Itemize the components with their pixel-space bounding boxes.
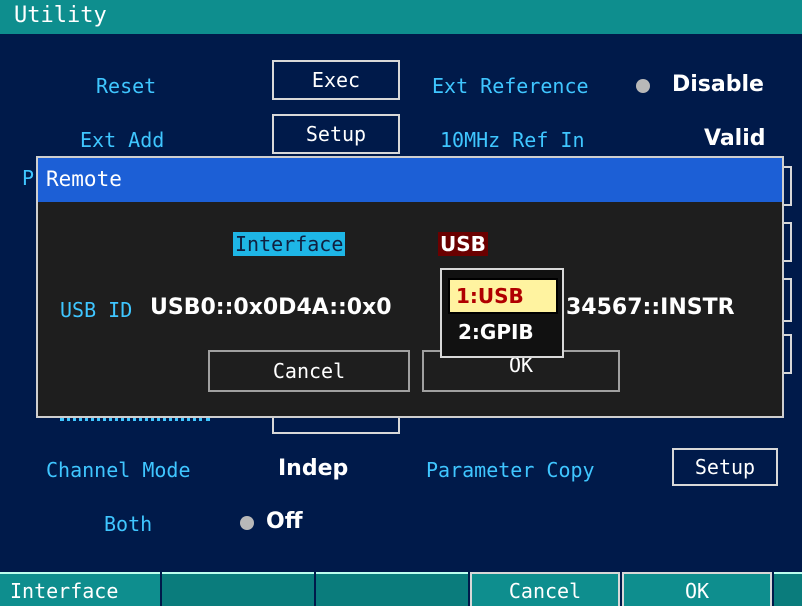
both-indicator-icon: [240, 516, 254, 530]
channel-mode-value[interactable]: Indep: [278, 456, 348, 481]
both-value[interactable]: Off: [266, 509, 303, 534]
reset-exec-button[interactable]: Exec: [272, 60, 400, 100]
option-usb[interactable]: 1:USB: [448, 278, 558, 314]
ext-reference-value[interactable]: Disable: [672, 72, 764, 97]
hidden-button-edge[interactable]: [784, 278, 792, 322]
hidden-button-edge[interactable]: [784, 334, 792, 374]
softkey-cancel[interactable]: Cancel: [470, 572, 620, 606]
dialog-cancel-button[interactable]: Cancel: [208, 350, 410, 392]
channel-mode-label: Channel Mode: [46, 458, 191, 482]
window-title: Utility: [14, 3, 107, 28]
ext-reference-label: Ext Reference: [432, 74, 589, 98]
title-bar: Utility: [0, 0, 802, 34]
hidden-button-edge[interactable]: [784, 222, 792, 262]
partial-label: P: [22, 166, 35, 190]
reset-label: Reset: [96, 74, 157, 98]
option-gpib[interactable]: 2:GPIB: [448, 316, 558, 352]
interface-dropdown-list: 1:USB 2:GPIB: [440, 268, 564, 358]
usb-id-value-right: 34567::INSTR: [566, 295, 735, 320]
softkey-cancel-label: Cancel: [508, 579, 582, 603]
ref-in-value: Valid: [704, 126, 766, 151]
parameter-copy-setup-button[interactable]: Setup: [672, 448, 778, 486]
remote-dialog: Remote: [36, 156, 784, 418]
usb-id-value-left: USB0::0x0D4A::0x0: [150, 295, 392, 320]
ref-in-label: 10MHz Ref In: [440, 128, 585, 152]
dialog-title: Remote: [46, 167, 122, 191]
softkey-interface[interactable]: Interface: [0, 572, 160, 606]
softkey-interface-label: Interface: [10, 579, 119, 603]
softkey-2[interactable]: [162, 572, 314, 606]
ext-add-setup-button[interactable]: Setup: [272, 114, 400, 154]
softkey-ok[interactable]: OK: [622, 572, 772, 606]
softkey-ok-label: OK: [684, 579, 710, 603]
dialog-title-bar: Remote: [38, 158, 782, 202]
softkey-edge: [774, 572, 802, 606]
ext-add-label: Ext Add: [80, 128, 165, 152]
ext-reference-indicator-icon: [636, 79, 650, 93]
interface-value[interactable]: USB: [438, 232, 488, 256]
softkey-3[interactable]: [316, 572, 468, 606]
usb-id-label: USB ID: [60, 298, 133, 322]
hidden-button-edge[interactable]: [784, 166, 792, 206]
parameter-copy-label: Parameter Copy: [426, 458, 595, 482]
interface-label[interactable]: Interface: [233, 232, 346, 256]
hidden-label-fragment: [60, 418, 210, 427]
both-label: Both: [104, 512, 153, 536]
